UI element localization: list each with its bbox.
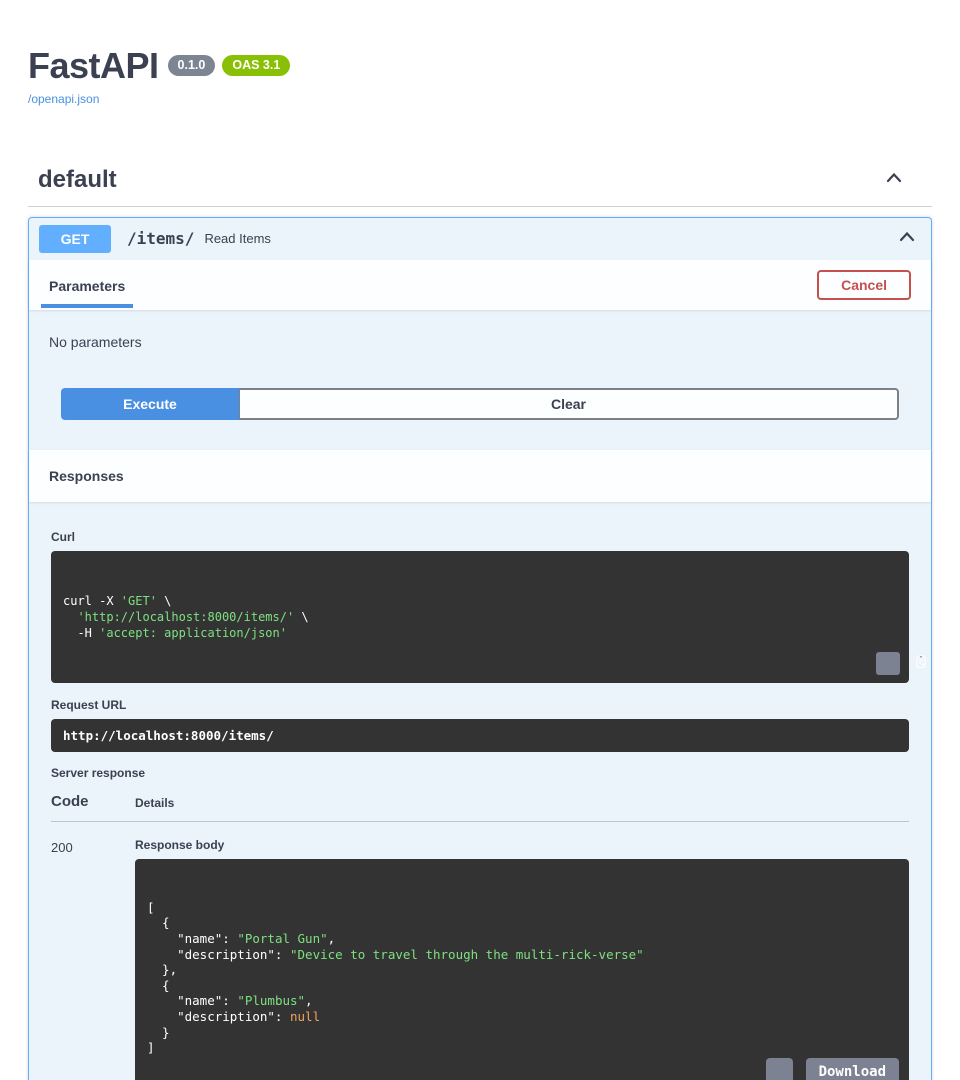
responses-label: Responses: [49, 468, 124, 484]
collapse-section-button[interactable]: [882, 166, 906, 193]
copy-response-button[interactable]: [766, 1058, 793, 1080]
curl-label: Curl: [51, 530, 909, 544]
code-line: {: [147, 978, 897, 994]
curl-command-block: curl -X 'GET' \ 'http://localhost:8000/i…: [51, 551, 909, 683]
code-segment: "description":: [147, 947, 290, 962]
version-badge: 0.1.0: [168, 55, 216, 76]
api-info: FastAPI 0.1.0 OAS 3.1 /openapi.json: [28, 0, 932, 108]
method-badge: GET: [39, 225, 111, 253]
response-body-block: [ { "name": "Portal Gun", "description":…: [135, 859, 909, 1080]
server-response-table: Code Details 200 Response body [ { "name…: [51, 793, 909, 1080]
code-line: },: [147, 962, 897, 978]
code-line: -H 'accept: application/json': [63, 625, 897, 641]
code-segment: "Portal Gun": [237, 931, 327, 946]
clipboard-copy-icon: [848, 639, 929, 687]
code-line: "name": "Portal Gun",: [147, 931, 897, 947]
code-line: "description": null: [147, 1009, 897, 1025]
chevron-up-icon: [884, 168, 904, 191]
code-segment: "description":: [147, 1009, 290, 1024]
code-segment: ,: [305, 993, 313, 1008]
opblock-body: Parameters Cancel No parameters Execute …: [29, 260, 931, 1080]
collapse-operation-button[interactable]: [895, 225, 919, 252]
chevron-up-icon: [897, 227, 917, 250]
openapi-spec-link[interactable]: /openapi.json: [28, 92, 99, 106]
code-line: 'http://localhost:8000/items/' \: [63, 609, 897, 625]
oas-badge: OAS 3.1: [222, 55, 290, 76]
tab-parameters[interactable]: Parameters: [41, 262, 133, 308]
curl-section: Curl curl -X 'GET' \ 'http://localhost:8…: [51, 530, 909, 683]
code-segment: "Device to travel through the multi-rick…: [290, 947, 644, 962]
request-url-value: http://localhost:8000/items/: [51, 719, 909, 752]
code-line: "description": "Device to travel through…: [147, 947, 897, 963]
opblock-summary[interactable]: GET /items/ Read Items: [29, 218, 931, 260]
code-segment: "name":: [147, 931, 237, 946]
tag-section-default: default GET /items/ Read Items: [28, 160, 932, 1080]
code-segment: curl -X: [63, 594, 121, 608]
code-segment: ]: [147, 1040, 155, 1055]
opblock-get-items: GET /items/ Read Items Parameters Cancel…: [28, 217, 932, 1080]
code-segment: [63, 610, 77, 624]
clear-button[interactable]: Clear: [239, 388, 899, 420]
page: FastAPI 0.1.0 OAS 3.1 /openapi.json defa…: [0, 0, 960, 1080]
server-response-label: Server response: [51, 766, 909, 780]
code-line: "name": "Plumbus",: [147, 993, 897, 1009]
code-segment: \: [294, 610, 308, 624]
request-url-section: Request URL http://localhost:8000/items/: [51, 698, 909, 752]
code-segment: {: [147, 978, 170, 993]
execute-wrapper: Execute Clear: [29, 350, 931, 450]
cancel-button[interactable]: Cancel: [817, 270, 911, 300]
code-segment: }: [147, 1025, 170, 1040]
code-segment: null: [290, 1009, 320, 1024]
api-badges: 0.1.0 OAS 3.1: [168, 55, 291, 76]
code-segment: 'accept: application/json': [99, 626, 287, 640]
code-segment: {: [147, 915, 170, 930]
request-url-label: Request URL: [51, 698, 909, 712]
code-segment: "Plumbus": [237, 993, 305, 1008]
code-segment: -H: [63, 626, 99, 640]
code-segment: \: [157, 594, 171, 608]
operation-summary: Read Items: [204, 231, 270, 246]
status-code: 200: [51, 838, 135, 1080]
download-button[interactable]: Download: [806, 1058, 899, 1080]
response-body-label: Response body: [135, 838, 909, 852]
code-segment: 'GET': [121, 594, 157, 608]
response-row-200: 200 Response body [ { "name": "Portal Gu…: [51, 822, 909, 1080]
api-title: FastAPI: [28, 46, 159, 86]
code-line: curl -X 'GET' \: [63, 593, 897, 609]
table-header-row: Code Details: [51, 793, 909, 822]
code-segment: [: [147, 900, 155, 915]
details-column-header: Details: [135, 796, 909, 810]
responses-inner: Curl curl -X 'GET' \ 'http://localhost:8…: [29, 502, 931, 1080]
code-segment: "name":: [147, 993, 237, 1008]
tag-title: default: [38, 166, 117, 194]
code-segment: ,: [328, 931, 336, 946]
code-line: [: [147, 900, 897, 916]
tag-section-header[interactable]: default: [28, 160, 932, 207]
response-body-actions: Download: [766, 1058, 899, 1080]
response-details: Response body [ { "name": "Portal Gun", …: [135, 838, 909, 1080]
code-line: }: [147, 1025, 897, 1041]
code-line: {: [147, 915, 897, 931]
code-column-header: Code: [51, 793, 135, 810]
parameters-section-header: Parameters Cancel: [29, 260, 931, 310]
code-segment: 'http://localhost:8000/items/': [77, 610, 294, 624]
no-parameters-message: No parameters: [29, 310, 931, 350]
execute-button[interactable]: Execute: [61, 388, 239, 420]
api-title-row: FastAPI 0.1.0 OAS 3.1: [28, 46, 932, 86]
responses-section-header: Responses: [29, 450, 931, 502]
operation-path: /items/: [127, 229, 194, 248]
copy-curl-button[interactable]: [876, 652, 900, 675]
code-segment: },: [147, 962, 177, 977]
